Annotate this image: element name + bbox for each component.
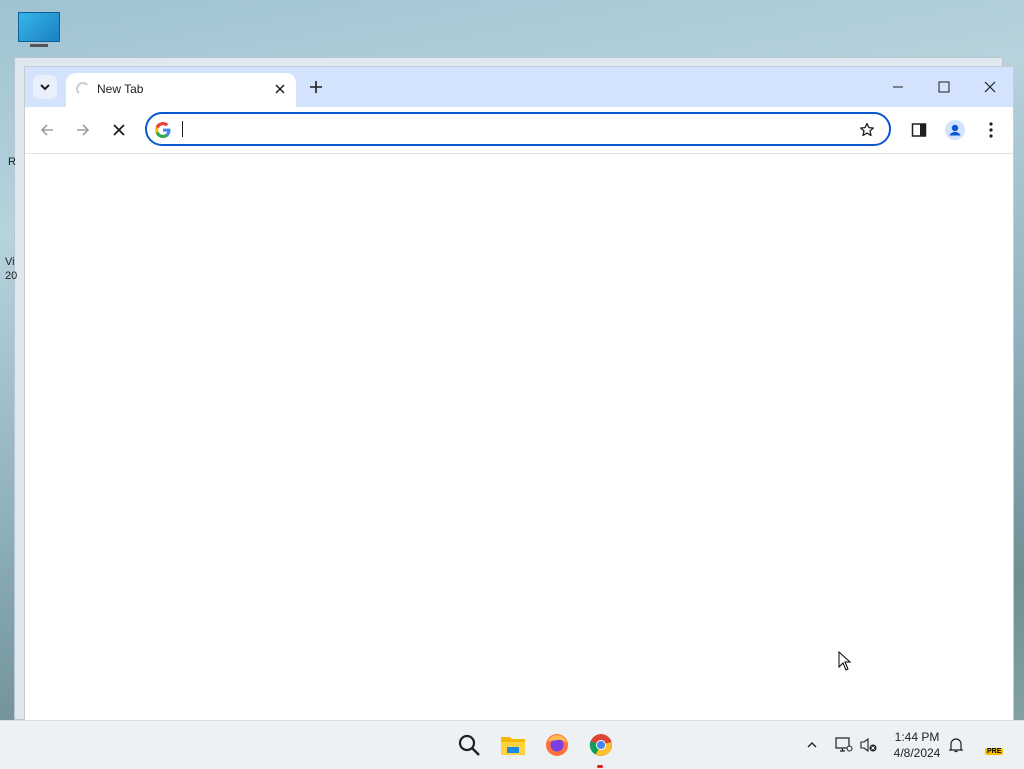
maximize-button[interactable] — [924, 72, 964, 102]
chrome-window: New Tab — [25, 67, 1013, 720]
notifications-button[interactable] — [946, 735, 966, 755]
close-icon — [275, 84, 285, 94]
desktop-partial-text: Vi — [5, 256, 15, 268]
stop-loading-button[interactable] — [105, 116, 133, 144]
side-panel-button[interactable] — [905, 116, 933, 144]
chrome-icon — [589, 734, 612, 756]
profile-avatar-icon — [945, 120, 965, 140]
preview-build-badge: PRE — [985, 748, 1004, 755]
volume-button[interactable] — [859, 735, 879, 755]
arrow-right-icon — [77, 124, 90, 136]
search-icon — [458, 734, 480, 756]
arrow-left-icon — [40, 124, 53, 136]
desktop-partial-text: R — [8, 156, 16, 168]
taskbar: 1:44 PM 4/8/2024 PRE — [0, 720, 1024, 769]
bookmark-button[interactable] — [857, 120, 877, 140]
google-icon — [155, 122, 171, 138]
notification-bell-icon — [948, 738, 964, 753]
firefox-icon — [546, 734, 568, 756]
tab-strip: New Tab — [25, 67, 1013, 107]
chrome-menu-button[interactable] — [977, 116, 1005, 144]
taskbar-clock[interactable]: 1:44 PM 4/8/2024 — [884, 729, 950, 761]
address-bar[interactable] — [145, 112, 891, 146]
volume-muted-icon — [860, 737, 877, 753]
maximize-icon — [938, 81, 950, 93]
tab-title: New Tab — [97, 82, 144, 96]
show-hidden-icons-button[interactable] — [802, 735, 822, 755]
tab-new-tab[interactable]: New Tab — [66, 73, 296, 107]
window-close-button[interactable] — [970, 72, 1010, 102]
file-explorer-icon — [501, 737, 525, 755]
page-content — [25, 154, 1013, 720]
taskbar-file-explorer[interactable] — [499, 731, 527, 759]
browser-toolbar — [25, 107, 1013, 154]
network-button[interactable] — [834, 735, 854, 755]
tab-search-button[interactable] — [33, 75, 57, 99]
close-icon — [113, 124, 125, 136]
chevron-down-icon — [40, 84, 50, 91]
plus-icon — [310, 81, 322, 93]
kebab-menu-icon — [989, 122, 993, 138]
desktop-partial-text: 20 — [5, 270, 18, 282]
new-tab-button[interactable] — [305, 76, 327, 98]
taskbar-firefox[interactable] — [543, 731, 571, 759]
forward-button[interactable] — [69, 116, 97, 144]
taskbar-search-button[interactable] — [455, 731, 483, 759]
chevron-up-icon — [807, 742, 817, 748]
address-input[interactable] — [181, 119, 845, 141]
taskbar-chrome[interactable] — [587, 731, 615, 759]
loading-spinner-icon — [76, 82, 90, 96]
text-caret — [182, 121, 183, 137]
clock-time: 1:44 PM — [894, 730, 940, 744]
network-icon — [835, 737, 853, 752]
minimize-icon — [893, 86, 903, 88]
mouse-pointer-icon — [838, 651, 852, 671]
star-icon — [860, 122, 874, 137]
close-icon — [984, 81, 996, 93]
minimize-button[interactable] — [878, 72, 918, 102]
profile-button[interactable] — [941, 116, 969, 144]
clock-date: 4/8/2024 — [893, 746, 941, 760]
tab-close-button[interactable] — [271, 80, 289, 98]
back-button[interactable] — [33, 116, 61, 144]
side-panel-icon — [911, 123, 927, 137]
this-pc-desktop-icon[interactable] — [18, 12, 60, 50]
